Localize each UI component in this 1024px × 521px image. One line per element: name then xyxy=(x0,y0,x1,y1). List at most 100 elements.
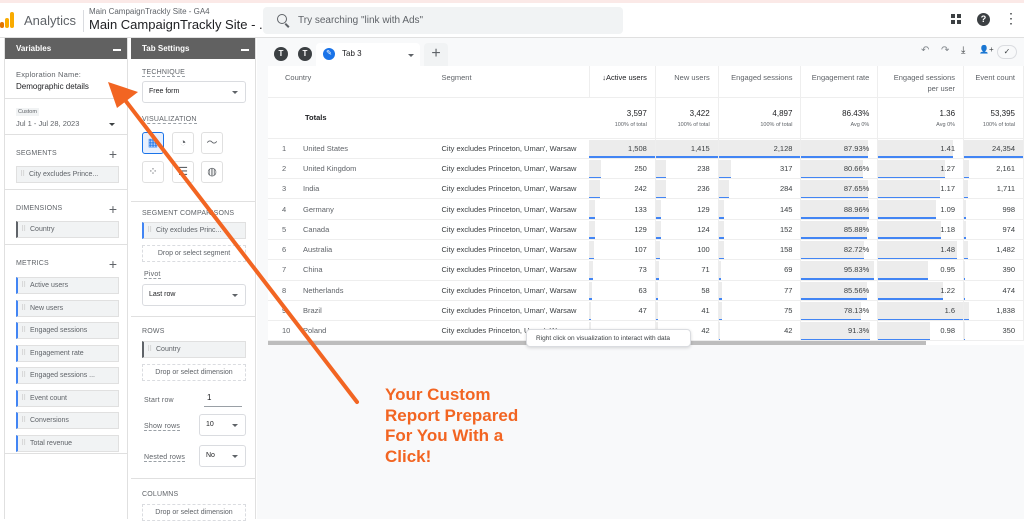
engaged-sessions-cell[interactable]: 75 xyxy=(718,300,802,322)
event-count-cell[interactable]: 390 xyxy=(963,259,1024,281)
engaged-sessions-per-user-cell[interactable]: 1.27 xyxy=(877,158,965,180)
undo-icon[interactable]: ↶ xyxy=(921,45,929,56)
table-row[interactable]: 6 Australia City excludes Princeton, Uman'… xyxy=(268,239,1024,261)
table-row[interactable]: 9 Brazil City excludes Princeton, Uman', W… xyxy=(268,300,1024,322)
engaged-sessions-cell[interactable]: 317 xyxy=(718,158,802,180)
add-metric-icon[interactable]: + xyxy=(109,257,117,271)
engaged-sessions-per-user-cell[interactable]: 1.48 xyxy=(877,239,965,261)
collapse-tab-settings-icon[interactable] xyxy=(241,49,249,51)
engaged-sessions-per-user-cell[interactable]: 1.17 xyxy=(877,178,965,200)
engaged-sessions-per-user-cell[interactable]: 0.98 xyxy=(877,320,965,342)
engagement-rate-cell[interactable]: 78.13% xyxy=(800,300,879,322)
add-dimension-icon[interactable]: + xyxy=(109,202,117,216)
country-cell[interactable]: Australia xyxy=(303,245,332,254)
engagement-rate-cell[interactable]: 95.83% xyxy=(800,259,879,281)
country-cell[interactable]: Canada xyxy=(303,225,329,234)
property-selector[interactable]: Main CampaignTrackly Site - ... xyxy=(89,17,270,32)
redo-icon[interactable]: ↷ xyxy=(941,45,949,56)
country-cell[interactable]: Netherlands xyxy=(303,286,343,295)
table-viz-icon[interactable]: ▦ xyxy=(142,132,164,154)
event-count-cell[interactable]: 1,838 xyxy=(963,300,1024,322)
date-range[interactable]: Jul 1 - Jul 28, 2023 xyxy=(16,119,79,128)
free-form-table[interactable]: Country Segment ↓Active users New users … xyxy=(268,66,1024,345)
drop-row-dimension-target[interactable]: Drop or select dimension xyxy=(142,364,246,381)
new-users-cell[interactable]: 238 xyxy=(655,158,719,180)
new-users-cell[interactable]: 41 xyxy=(655,300,719,322)
table-row[interactable]: 7 China City excludes Princeton, Uman', Wa… xyxy=(268,259,1024,281)
event-count-cell[interactable]: 24,354 xyxy=(963,138,1024,159)
event-count-cell[interactable]: 974 xyxy=(963,219,1024,240)
scatter-viz-icon[interactable]: ⁘ xyxy=(142,161,164,183)
active-users-cell[interactable]: 107 xyxy=(589,239,656,261)
more-vert-icon[interactable]: ⋮ xyxy=(1004,11,1018,25)
segment-comparison-chip[interactable]: City excludes Princ... xyxy=(142,222,246,239)
engaged-sessions-cell[interactable]: 284 xyxy=(718,178,802,200)
dimension-chip-country[interactable]: Country xyxy=(16,221,119,238)
date-dropdown-icon[interactable] xyxy=(109,123,115,126)
bar-viz-icon[interactable]: ☰ xyxy=(172,161,194,183)
engagement-rate-cell[interactable]: 88.96% xyxy=(800,198,879,220)
active-users-cell[interactable]: 129 xyxy=(589,219,656,240)
new-users-cell[interactable]: 1,415 xyxy=(655,138,719,159)
engagement-rate-cell[interactable]: 91.3% xyxy=(800,320,879,342)
data-table[interactable]: Country Segment ↓Active users New users … xyxy=(268,66,1024,342)
col-header-engaged-sessions[interactable]: Engaged sessions xyxy=(718,66,802,98)
start-row-input[interactable]: 1 xyxy=(204,393,242,407)
segment-cell[interactable]: City excludes Princeton, Uman', Warsaw xyxy=(437,178,590,200)
tab-menu-chevron-icon[interactable] xyxy=(408,54,414,57)
add-segment-icon[interactable]: + xyxy=(109,147,117,161)
line-viz-icon[interactable]: 〜 xyxy=(201,132,223,154)
engaged-sessions-cell[interactable]: 145 xyxy=(718,198,802,220)
table-row[interactable]: 3 India City excludes Princeton, Uman', Wa… xyxy=(268,178,1024,200)
segment-cell[interactable]: City excludes Princeton, Uman', Warsaw xyxy=(437,198,590,220)
engaged-sessions-per-user-cell[interactable]: 0.95 xyxy=(877,259,965,281)
event-count-cell[interactable]: 1,711 xyxy=(963,178,1024,200)
event-count-cell[interactable]: 474 xyxy=(963,280,1024,301)
search-bar[interactable]: Try searching "link with Ads" xyxy=(263,7,623,34)
donut-viz-icon[interactable]: ◔ xyxy=(172,132,194,154)
metric-chip-total-revenue[interactable]: Total revenue xyxy=(16,435,119,452)
segment-cell[interactable]: City excludes Princeton, Uman', Warsaw xyxy=(437,138,590,159)
engagement-rate-cell[interactable]: 85.88% xyxy=(800,219,879,240)
metric-chip-conversions[interactable]: Conversions xyxy=(16,412,119,429)
country-cell[interactable]: India xyxy=(303,184,319,193)
metric-chip-active-users[interactable]: Active users xyxy=(16,277,119,294)
active-users-cell[interactable]: 63 xyxy=(589,280,656,301)
col-header-new-users[interactable]: New users xyxy=(655,66,719,98)
property-account[interactable]: Main CampaignTrackly Site - GA4 xyxy=(89,7,210,16)
nested-rows-select[interactable]: No xyxy=(199,445,246,467)
active-users-cell[interactable]: 1,508 xyxy=(589,138,656,159)
table-row[interactable]: 4 Germany City excludes Princeton, Uman', … xyxy=(268,198,1024,220)
active-users-cell[interactable]: 250 xyxy=(589,158,656,180)
download-icon[interactable]: ⤓ xyxy=(961,45,965,56)
date-range-section[interactable]: Custom Jul 1 - Jul 28, 2023 xyxy=(5,99,127,135)
engaged-sessions-cell[interactable]: 158 xyxy=(718,239,802,261)
new-users-cell[interactable]: 129 xyxy=(655,198,719,220)
engaged-sessions-cell[interactable]: 2,128 xyxy=(718,138,802,159)
engagement-rate-cell[interactable]: 82.72% xyxy=(800,239,879,261)
col-header-country[interactable]: Country xyxy=(268,66,438,98)
metric-chip-engagement-rate[interactable]: Engagement rate xyxy=(16,345,119,362)
table-row[interactable]: 5 Canada City excludes Princeton, Uman', W… xyxy=(268,219,1024,240)
country-cell[interactable]: Brazil xyxy=(303,306,322,315)
active-users-cell[interactable]: 47 xyxy=(589,300,656,322)
geo-map-viz-icon[interactable]: ◍ xyxy=(201,161,223,183)
insights-check-icon[interactable]: ✓ xyxy=(997,45,1017,59)
engaged-sessions-cell[interactable]: 42 xyxy=(718,320,802,342)
engaged-sessions-per-user-cell[interactable]: 1.6 xyxy=(877,300,965,322)
engaged-sessions-per-user-cell[interactable]: 1.18 xyxy=(877,219,965,240)
table-row[interactable]: 2 United Kingdom City excludes Princeton, … xyxy=(268,158,1024,180)
rows-dimension-chip[interactable]: Country xyxy=(142,341,246,358)
engaged-sessions-per-user-cell[interactable]: 1.09 xyxy=(877,198,965,220)
tab-2[interactable]: T xyxy=(298,47,312,61)
event-count-cell[interactable]: 350 xyxy=(963,320,1024,342)
country-cell[interactable]: China xyxy=(303,265,323,274)
tab-1[interactable]: T xyxy=(274,47,288,61)
engagement-rate-cell[interactable]: 85.56% xyxy=(800,280,879,301)
country-cell[interactable]: Germany xyxy=(303,205,334,214)
col-header-event-count[interactable]: Event count xyxy=(963,66,1024,98)
new-users-cell[interactable]: 71 xyxy=(655,259,719,281)
event-count-cell[interactable]: 1,482 xyxy=(963,239,1024,261)
pivot-select[interactable]: Last row xyxy=(142,284,246,306)
search-input[interactable]: Try searching "link with Ads" xyxy=(298,15,423,26)
